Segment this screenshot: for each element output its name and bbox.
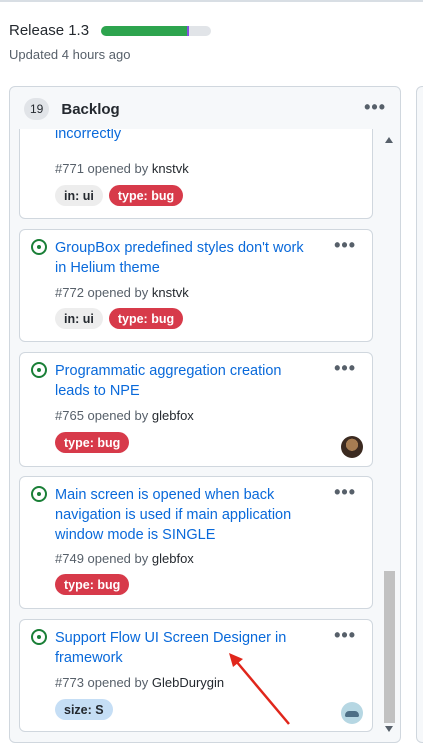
- open-issue-icon: [31, 362, 47, 378]
- issue-author[interactable]: glebfox: [152, 408, 194, 423]
- assignee-avatar[interactable]: [341, 702, 363, 724]
- issue-title[interactable]: GroupBox outerMargin attribute works inc…: [55, 129, 317, 144]
- issue-card[interactable]: Programmatic aggregation creation leads …: [19, 352, 373, 467]
- card-menu-icon[interactable]: •••: [334, 625, 356, 646]
- progress-in-progress-segment: [186, 25, 190, 36]
- updated-time: Updated 4 hours ago: [9, 47, 131, 62]
- column-name: Backlog: [61, 100, 120, 118]
- label-type-bug[interactable]: type: bug: [55, 432, 130, 453]
- open-issue-icon: [31, 629, 47, 645]
- issue-author[interactable]: knstvk: [152, 285, 189, 300]
- issue-card[interactable]: GroupBox predefined styles don't work in…: [19, 229, 373, 342]
- issue-number: #765 opened by: [55, 408, 152, 423]
- issue-meta: #749 opened by glebfox: [55, 551, 194, 566]
- assignee-avatar[interactable]: [341, 436, 363, 458]
- issue-author[interactable]: knstvk: [152, 161, 189, 176]
- backlog-column: 19 Backlog ••• GroupBox outerMargin attr…: [9, 86, 401, 743]
- issue-card[interactable]: Support Flow UI Screen Designer in frame…: [19, 619, 373, 732]
- column-scrollbar[interactable]: [383, 131, 395, 734]
- issue-meta: #773 opened by GlebDurygin: [55, 675, 224, 690]
- issue-labels: type: bug: [55, 432, 130, 453]
- label-type-bug[interactable]: type: bug: [55, 574, 130, 595]
- card-menu-icon[interactable]: •••: [334, 235, 356, 256]
- issue-number: #749 opened by: [55, 551, 152, 566]
- column-header: 19 Backlog •••: [10, 87, 400, 131]
- release-title-row: Release 1.3: [9, 22, 423, 39]
- issue-number: #773 opened by: [55, 675, 152, 690]
- label-type-bug[interactable]: type: bug: [108, 185, 184, 206]
- column-menu-icon[interactable]: •••: [364, 97, 386, 118]
- issue-meta: #771 opened by knstvk: [55, 161, 189, 176]
- release-progress-bar: [101, 25, 212, 36]
- scroll-up-arrow-icon[interactable]: [385, 137, 393, 143]
- issue-title[interactable]: Support Flow UI Screen Designer in frame…: [55, 628, 317, 668]
- label-in-ui[interactable]: in: ui: [55, 185, 103, 206]
- open-issue-icon: [31, 486, 47, 502]
- card-menu-icon[interactable]: •••: [334, 482, 356, 503]
- issue-labels: size: S: [55, 699, 113, 720]
- progress-done-segment: [101, 25, 187, 36]
- issue-number: #771 opened by: [55, 161, 152, 176]
- issue-labels: in: ui type: bug: [55, 308, 184, 329]
- issue-title[interactable]: GroupBox predefined styles don't work in…: [55, 238, 317, 278]
- issue-labels: in: ui type: bug: [55, 185, 184, 206]
- next-column-edge: [416, 86, 423, 743]
- issue-meta: #772 opened by knstvk: [55, 285, 189, 300]
- cards-viewport: GroupBox outerMargin attribute works inc…: [10, 129, 380, 742]
- issue-title[interactable]: Programmatic aggregation creation leads …: [55, 361, 317, 401]
- open-issue-icon: [31, 239, 47, 255]
- top-border: [0, 0, 423, 2]
- label-in-ui[interactable]: in: ui: [55, 308, 103, 329]
- card-menu-icon[interactable]: •••: [334, 358, 356, 379]
- column-count-badge: 19: [24, 98, 50, 120]
- issue-card[interactable]: Main screen is opened when back navigati…: [19, 476, 373, 609]
- issue-author[interactable]: GlebDurygin: [152, 675, 224, 690]
- issue-author[interactable]: glebfox: [152, 551, 194, 566]
- issue-labels: type: bug: [55, 574, 130, 595]
- scrollbar-thumb[interactable]: [384, 571, 395, 723]
- release-title[interactable]: Release 1.3: [9, 22, 89, 39]
- issue-meta: #765 opened by glebfox: [55, 408, 194, 423]
- issue-title[interactable]: Main screen is opened when back navigati…: [55, 485, 317, 545]
- label-type-bug[interactable]: type: bug: [108, 308, 184, 329]
- issue-number: #772 opened by: [55, 285, 152, 300]
- scroll-down-arrow-icon[interactable]: [385, 726, 393, 732]
- release-header: Release 1.3 Updated 4 hours ago: [9, 22, 423, 62]
- issue-card[interactable]: GroupBox outerMargin attribute works inc…: [19, 129, 373, 219]
- label-size-s[interactable]: size: S: [55, 699, 113, 720]
